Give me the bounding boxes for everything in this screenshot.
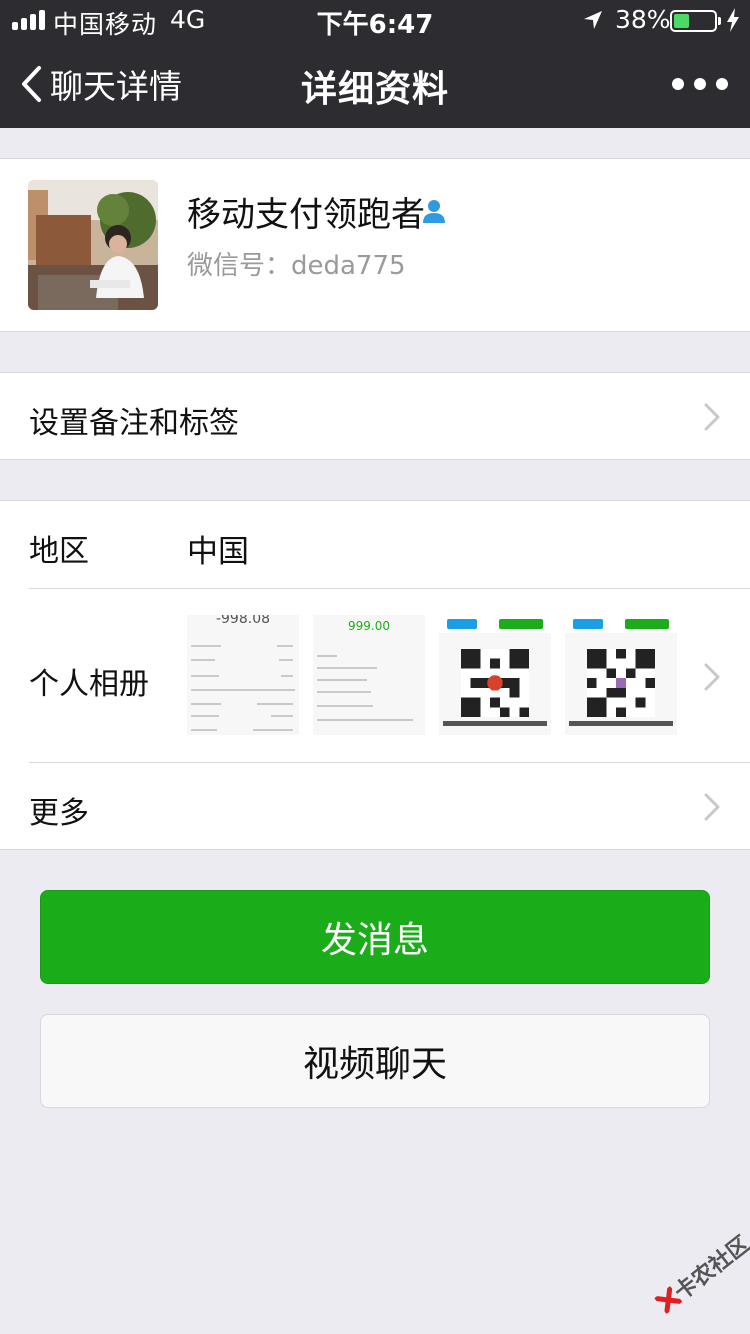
album-thumbnail[interactable]: -998.08 bbox=[187, 615, 299, 735]
avatar[interactable] bbox=[28, 180, 158, 310]
region-label: 地区 bbox=[29, 534, 89, 569]
page-title: 详细资料 bbox=[300, 69, 449, 110]
battery-level-fill bbox=[674, 14, 689, 28]
more-label: 更多 bbox=[29, 796, 89, 831]
battery-percent: 38% bbox=[615, 5, 671, 34]
charging-bolt-icon bbox=[727, 8, 739, 32]
personal-album-row[interactable]: 个人相册 -998.08 999.00 bbox=[0, 589, 750, 762]
more-options-icon[interactable] bbox=[672, 76, 728, 92]
album-thumbnail[interactable] bbox=[565, 615, 677, 735]
contact-name: 移动支付领跑者 bbox=[187, 195, 425, 235]
thumbnail-amount: -998.08 bbox=[215, 615, 271, 627]
set-remark-and-tags-row[interactable]: 设置备注和标签 bbox=[0, 372, 750, 460]
top-bar: 中国移动 4G 下午6:47 38% 聊天详情 详细资料 bbox=[0, 0, 750, 128]
chevron-right-icon bbox=[704, 663, 720, 691]
contact-info-group: 地区 中国 个人相册 -998.08 999.00 更多 bbox=[0, 500, 750, 850]
thumbnail-amount: 999.00 bbox=[348, 619, 390, 633]
more-row[interactable]: 更多 bbox=[0, 763, 750, 850]
personal-album-label: 个人相册 bbox=[29, 667, 149, 702]
contact-person-icon bbox=[423, 200, 445, 223]
wechat-id: 微信号：deda775 bbox=[187, 251, 406, 281]
send-message-button[interactable]: 发消息 bbox=[40, 890, 710, 984]
video-chat-button[interactable]: 视频聊天 bbox=[40, 1014, 710, 1108]
set-remark-and-tags-label: 设置备注和标签 bbox=[29, 406, 239, 441]
album-thumbnails[interactable]: -998.08 999.00 bbox=[187, 615, 679, 735]
watermark-text: 卡农社区 bbox=[670, 1231, 750, 1306]
status-bar: 中国移动 4G 下午6:47 38% bbox=[0, 0, 750, 40]
profile-card: 移动支付领跑者 微信号：deda775 bbox=[0, 158, 750, 332]
region-row: 地区 中国 bbox=[0, 501, 750, 588]
album-thumbnail[interactable] bbox=[439, 615, 551, 735]
chevron-right-icon bbox=[704, 403, 720, 431]
navigation-bar: 聊天详情 详细资料 bbox=[0, 40, 750, 128]
battery-icon bbox=[670, 10, 721, 32]
album-thumbnail[interactable]: 999.00 bbox=[313, 615, 425, 735]
region-value: 中国 bbox=[187, 534, 249, 570]
location-arrow-icon bbox=[584, 11, 602, 29]
chevron-right-icon bbox=[704, 793, 720, 821]
watermark: 卡农社区 bbox=[637, 1215, 750, 1332]
